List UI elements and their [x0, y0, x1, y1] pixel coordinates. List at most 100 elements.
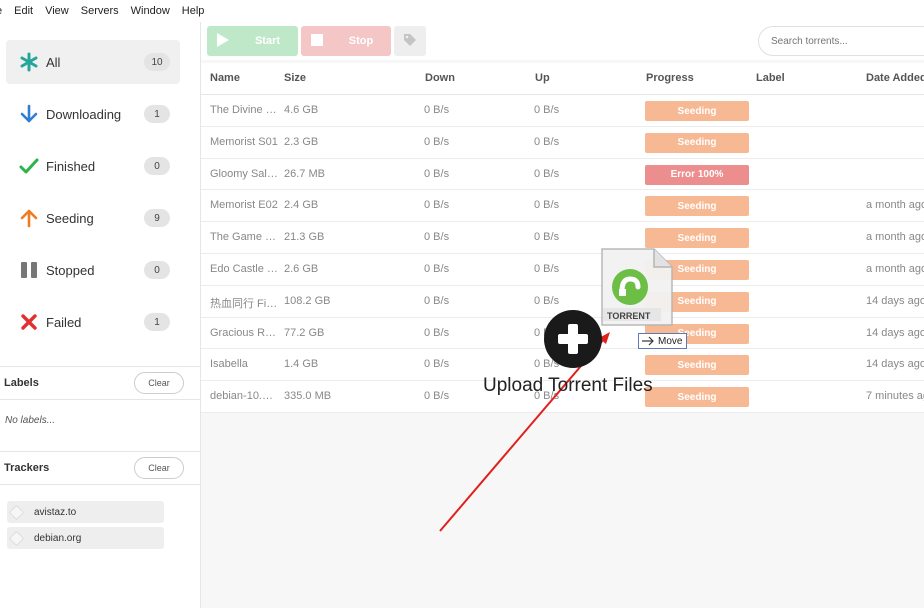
filter-count: 0 — [144, 261, 170, 279]
table-row[interactable]: 热血同行 Fight 108.2 GB 0 B/s 0 B/s Seeding … — [201, 285, 924, 318]
start-button[interactable]: Start — [207, 26, 298, 56]
cell-up: 0 B/s — [534, 294, 560, 307]
labels-clear-button[interactable]: Clear — [134, 372, 184, 394]
trackers-clear-button[interactable]: Clear — [134, 457, 184, 479]
trackers-title: Trackers — [4, 462, 50, 474]
cell-date: 14 days ago — [866, 358, 924, 371]
filter-downloading[interactable]: Downloading 1 — [6, 92, 180, 136]
filter-finished[interactable]: Finished 0 — [6, 144, 180, 188]
column-name[interactable]: Name — [210, 72, 240, 84]
filter-count: 9 — [144, 209, 170, 227]
cell-size: 2.3 GB — [284, 135, 319, 148]
trackers-header: Trackers Clear — [0, 451, 200, 485]
stop-button[interactable]: Stop — [301, 26, 391, 56]
cell-name: Isabella — [210, 358, 248, 371]
sidebar: All 10 Downloading 1 Finished 0 Seeding … — [0, 22, 201, 608]
cell-up: 0 B/s — [534, 358, 560, 371]
table-row[interactable]: debian-10.3.0-amd64 335.0 MB 0 B/s 0 B/s… — [201, 381, 924, 413]
menu-view[interactable]: View — [39, 0, 75, 22]
filter-count: 10 — [144, 53, 170, 71]
tag-icon — [403, 33, 417, 50]
cell-down: 0 B/s — [424, 104, 450, 116]
search-input[interactable] — [758, 26, 924, 56]
column-progress[interactable]: Progress — [646, 72, 694, 84]
progress-badge: Seeding — [645, 132, 749, 153]
menu-edit[interactable]: Edit — [8, 0, 39, 22]
arrow-up-icon — [15, 204, 43, 232]
menu-bar: e Edit View Servers Window Help — [0, 0, 924, 22]
torrent-table: Name Size Down Up Progress Label Date Ad… — [201, 63, 924, 413]
cell-size: 77.2 GB — [284, 326, 325, 339]
cell-down: 0 B/s — [424, 231, 450, 244]
cell-name: 热血同行 Fight — [210, 297, 278, 310]
column-down[interactable]: Down — [425, 72, 455, 84]
column-up[interactable]: Up — [535, 72, 550, 84]
cell-name: Gracious Revenge — [210, 326, 278, 339]
cell-down: 0 B/s — [424, 358, 450, 371]
cell-name: Memorist E02 — [210, 199, 278, 212]
progress-badge: Seeding — [645, 228, 749, 249]
table-row[interactable]: Memorist S01 2.3 GB 0 B/s 0 B/s Seeding — [201, 126, 924, 159]
cell-name: The Divine Fury — [210, 104, 278, 116]
tag-button[interactable] — [394, 26, 426, 56]
cell-down: 0 B/s — [424, 262, 450, 275]
cell-down: 0 B/s — [424, 326, 450, 339]
column-date-added[interactable]: Date Added — [866, 72, 924, 84]
cell-down: 0 B/s — [424, 199, 450, 212]
cell-name: The Game Changer — [210, 231, 278, 244]
tracker-tag[interactable]: avistaz.to — [7, 501, 164, 523]
menu-help[interactable]: Help — [176, 0, 211, 22]
cell-name: Edo Castle Secrets — [210, 262, 278, 275]
table-row[interactable]: Isabella 1.4 GB 0 B/s 0 B/s Seeding 14 d… — [201, 349, 924, 382]
cell-up: 0 B/s — [534, 199, 560, 212]
filter-stopped[interactable]: Stopped 0 — [6, 248, 180, 292]
pause-icon — [15, 256, 43, 284]
cell-size: 2.6 GB — [284, 262, 319, 275]
filter-count: 1 — [144, 313, 170, 331]
cell-down: 0 B/s — [424, 294, 450, 307]
progress-badge: Seeding — [645, 291, 749, 312]
tracker-tag[interactable]: debian.org — [7, 527, 164, 549]
menu-servers[interactable]: Servers — [75, 0, 125, 22]
cell-date: a month ago — [866, 231, 924, 244]
cell-size: 26.7 MB — [284, 167, 325, 180]
cell-date: 7 minutes ago — [866, 390, 924, 403]
cell-up: 0 B/s — [534, 135, 560, 148]
filter-failed[interactable]: Failed 1 — [6, 300, 180, 344]
cell-up: 0 B/s — [534, 231, 560, 244]
filter-label: Stopped — [46, 262, 95, 278]
cell-up: 0 B/s — [534, 390, 560, 403]
filter-seeding[interactable]: Seeding 9 — [6, 196, 180, 240]
cell-date: a month ago — [866, 262, 924, 275]
table-row[interactable]: Gloomy Salad Days 26.7 MB 0 B/s 0 B/s Er… — [201, 158, 924, 191]
progress-badge: Seeding — [645, 196, 749, 217]
x-icon — [15, 308, 43, 336]
cell-size: 2.4 GB — [284, 199, 319, 212]
main-panel: Start Stop Name Size Down Up Progress La… — [201, 22, 924, 608]
filter-all[interactable]: All 10 — [6, 40, 180, 84]
table-row[interactable]: Gracious Revenge 77.2 GB 0 B/s 0 B/s See… — [201, 317, 924, 350]
column-size[interactable]: Size — [284, 72, 306, 84]
column-label[interactable]: Label — [756, 72, 785, 84]
table-row[interactable]: The Game Changer 21.3 GB 0 B/s 0 B/s See… — [201, 222, 924, 254]
cell-size: 108.2 GB — [284, 294, 331, 307]
table-row[interactable]: The Divine Fury 4.6 GB 0 B/s 0 B/s Seedi… — [201, 95, 924, 127]
table-row[interactable]: Memorist E02 2.4 GB 0 B/s 0 B/s Seeding … — [201, 190, 924, 223]
cell-size: 21.3 GB — [284, 231, 325, 244]
cell-up: 0 B/s — [534, 262, 560, 275]
cell-name: Memorist S01 — [210, 135, 278, 148]
start-label: Start — [254, 35, 281, 47]
menu-window[interactable]: Window — [125, 0, 176, 22]
cell-down: 0 B/s — [424, 167, 450, 180]
cell-date: 14 days ago — [866, 294, 924, 307]
menu-file[interactable]: e — [0, 0, 8, 22]
cell-size: 1.4 GB — [284, 358, 319, 371]
cell-up: 0 B/s — [534, 167, 560, 180]
cell-down: 0 B/s — [424, 135, 450, 148]
cell-up: 0 B/s — [534, 104, 560, 116]
table-header: Name Size Down Up Progress Label Date Ad… — [201, 63, 924, 95]
table-row[interactable]: Edo Castle Secrets 2.6 GB 0 B/s 0 B/s Se… — [201, 253, 924, 286]
cell-down: 0 B/s — [424, 390, 450, 403]
labels-empty-text: No labels... — [5, 415, 56, 426]
cell-name: debian-10.3.0-amd64 — [210, 390, 278, 403]
